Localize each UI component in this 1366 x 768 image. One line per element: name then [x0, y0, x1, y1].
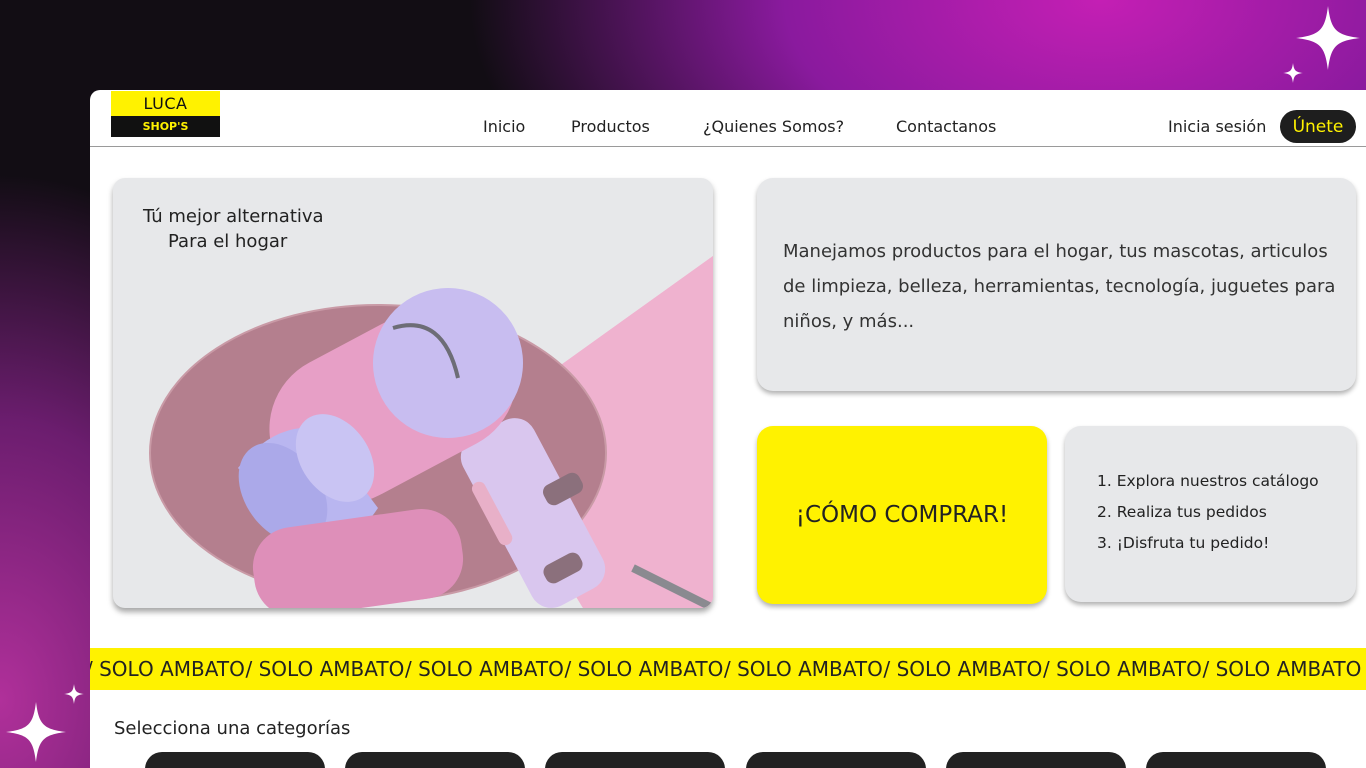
nav-inicio[interactable]: Inicio — [483, 117, 525, 136]
sparkle-icon — [6, 702, 66, 765]
category-pill[interactable] — [1146, 752, 1326, 768]
category-pill[interactable] — [746, 752, 926, 768]
how-to-buy-button[interactable]: ¡CÓMO COMPRAR! — [757, 426, 1047, 604]
ticker-item: / SOLO AMBATO — [405, 657, 564, 681]
logo-bottom-text: SHOP'S — [111, 116, 220, 137]
ticker-item: / SOLO AMBATO — [90, 657, 245, 681]
how-to-buy-label: ¡CÓMO COMPRAR! — [795, 502, 1009, 528]
step-item: 1. Explora nuestros catálogo — [1097, 472, 1319, 490]
site-page: LUCA SHOP'S Inicio Productos ¿Quienes So… — [90, 90, 1366, 768]
nav-contactanos[interactable]: Contactanos — [896, 117, 996, 136]
join-button[interactable]: Únete — [1280, 110, 1356, 143]
logo-top-text: LUCA — [111, 91, 220, 116]
category-pill[interactable] — [545, 752, 725, 768]
logo[interactable]: LUCA SHOP'S — [111, 91, 220, 137]
nav-productos[interactable]: Productos — [571, 117, 650, 136]
ticker-item: / SOLO AMBATO — [1043, 657, 1202, 681]
solo-ambato-ticker: / SOLO AMBATO / SOLO AMBATO / SOLO AMBAT… — [90, 648, 1366, 690]
hero-title: Tú mejor alternativa Para el hogar — [143, 204, 324, 254]
step-item: 2. Realiza tus pedidos — [1097, 503, 1267, 521]
category-pill[interactable] — [145, 752, 325, 768]
sparkle-icon — [64, 684, 84, 707]
hero-title-line2: Para el hogar — [168, 231, 288, 252]
sparkle-icon — [1296, 6, 1360, 73]
ticker-item: / SOLO AMBATO — [1202, 657, 1362, 681]
steps-card: 1. Explora nuestros catálogo 2. Realiza … — [1065, 426, 1356, 602]
ticker-item: / SOLO AMBATO — [245, 657, 405, 681]
category-pill[interactable] — [946, 752, 1126, 768]
description-text: Manejamos productos para el hogar, tus m… — [783, 241, 1336, 332]
ticker-item: / SOLO AMBATO — [564, 657, 724, 681]
steps-list: 1. Explora nuestros catálogo 2. Realiza … — [1097, 472, 1319, 565]
nav-quienes-somos[interactable]: ¿Quienes Somos? — [703, 117, 844, 136]
sparkle-icon — [1283, 63, 1303, 86]
hero-image-card: Tú mejor alternativa Para el hogar — [113, 178, 713, 608]
login-link[interactable]: Inicia sesión — [1168, 117, 1266, 136]
site-header: LUCA SHOP'S Inicio Productos ¿Quienes So… — [90, 90, 1366, 147]
ticker-item: / SOLO AMBATO — [883, 657, 1043, 681]
categories-title: Selecciona una categorías — [114, 718, 351, 739]
hero-title-line1: Tú mejor alternativa — [143, 206, 324, 227]
category-pill[interactable] — [345, 752, 525, 768]
step-item: 3. ¡Disfruta tu pedido! — [1097, 534, 1270, 552]
ticker-item: / SOLO AMBATO — [724, 657, 883, 681]
description-card: Manejamos productos para el hogar, tus m… — [757, 178, 1356, 391]
